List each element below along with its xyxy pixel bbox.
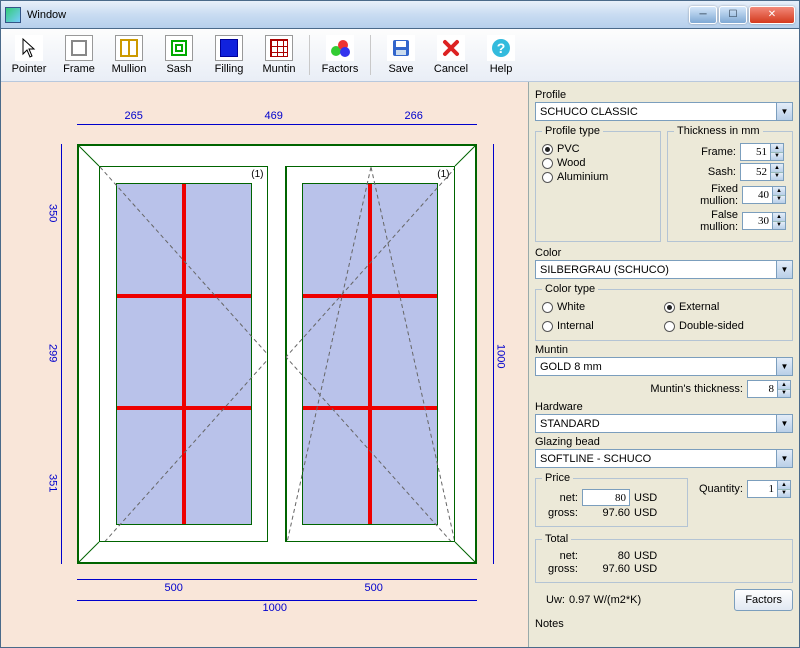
dim-top-1: 265 [125,110,143,122]
ctype-white[interactable]: White [542,301,664,313]
toolbar: Pointer Frame Mullion Sash Filling Munti… [1,29,799,82]
side-panel: Profile SCHUCO CLASSIC ▼ Profile type PV… [528,82,799,647]
maximize-button[interactable]: ☐ [719,6,747,24]
profile-label: Profile [535,89,793,101]
hardware-combo[interactable]: STANDARD▼ [535,414,793,433]
pointer-button[interactable]: Pointer [7,33,51,77]
total-net: 80 [582,550,630,562]
muntin-icon [265,35,293,61]
dim-bot-1: 500 [165,582,183,594]
window-title: Window [27,9,66,21]
sash-thickness[interactable]: ▲▼ [740,163,786,181]
uw-label: Uw: [535,594,565,606]
help-button[interactable]: ? Help [479,33,523,77]
profile-type-group: Profile type PVC Wood Aluminium [535,125,661,242]
bead-label: Glazing bead [535,436,793,448]
hardware-label: Hardware [535,401,793,413]
chevron-down-icon: ▼ [776,450,792,467]
ctype-double[interactable]: Double-sided [664,320,786,332]
dim-bot-2: 500 [365,582,383,594]
notes-label: Notes [535,618,793,630]
mullion-button[interactable]: Mullion [107,33,151,77]
cancel-button[interactable]: Cancel [429,33,473,77]
pointer-icon [15,35,43,61]
color-label: Color [535,247,793,259]
chevron-down-icon: ▼ [776,358,792,375]
dim-top-3: 266 [405,110,423,122]
help-icon: ? [487,35,515,61]
window-frame: (1) [77,144,477,564]
app-icon [5,7,21,23]
price-group: Price net:USD gross:97.60USD [535,472,688,527]
sash-icon [165,35,193,61]
ptype-wood[interactable]: Wood [542,157,654,169]
false-mullion-thickness[interactable]: ▲▼ [742,212,786,230]
muntin-thickness[interactable]: ▲▼ [747,380,793,398]
fixed-mullion-thickness[interactable]: ▲▼ [742,186,786,204]
dim-height: 1000 [495,344,507,368]
uw-value: 0.97 W/(m2*K) [569,594,641,606]
color-combo[interactable]: SILBERGRAU (SCHUCO)▼ [535,260,793,279]
canvas-area[interactable]: 265 469 266 1000 350 299 351 500 500 100… [1,82,528,647]
factors-button[interactable]: Factors [318,33,362,77]
ctype-internal[interactable]: Internal [542,320,664,332]
dim-left-2: 299 [47,344,59,362]
titlebar: Window ─ ☐ ✕ [1,1,799,29]
app-window: Window ─ ☐ ✕ Pointer Frame Mullion Sash … [0,0,800,648]
mullion [267,166,287,542]
chevron-down-icon: ▼ [776,261,792,278]
factors-panel-button[interactable]: Factors [734,589,793,611]
frame-icon [65,35,93,61]
dim-left-3: 351 [47,474,59,492]
dim-top-2: 469 [265,110,283,122]
bead-combo[interactable]: SOFTLINE - SCHUCO▼ [535,449,793,468]
muntin-label: Muntin [535,344,793,356]
muntin-combo[interactable]: GOLD 8 mm▼ [535,357,793,376]
ptype-pvc[interactable]: PVC [542,143,654,155]
filling-icon [215,35,243,61]
save-icon [387,35,415,61]
filling-button[interactable]: Filling [207,33,251,77]
total-group: Total net:80USD gross:97.60USD [535,533,793,583]
chevron-down-icon: ▼ [776,415,792,432]
dim-width: 1000 [263,602,287,614]
sash-button[interactable]: Sash [157,33,201,77]
save-button[interactable]: Save [379,33,423,77]
total-gross: 97.60 [582,563,630,575]
color-type-group: Color type White External Internal Doubl… [535,283,793,341]
frame-thickness[interactable]: ▲▼ [740,143,786,161]
sash-left: (1) [99,166,269,542]
minimize-button[interactable]: ─ [689,6,717,24]
factors-icon [326,35,354,61]
cancel-icon [437,35,465,61]
svg-text:?: ? [497,40,506,56]
dim-left-1: 350 [47,204,59,222]
sash-right: (1) [285,166,455,542]
ptype-alu[interactable]: Aluminium [542,171,654,183]
ctype-external[interactable]: External [664,301,786,313]
muntin-button[interactable]: Muntin [257,33,301,77]
close-button[interactable]: ✕ [749,6,795,24]
net-input[interactable] [582,489,630,506]
frame-button[interactable]: Frame [57,33,101,77]
thickness-group: Thickness in mm Frame:▲▼ Sash:▲▼ Fixed m… [667,125,793,242]
profile-combo[interactable]: SCHUCO CLASSIC ▼ [535,102,793,121]
gross-value: 97.60 [582,507,630,519]
window-drawing: 265 469 266 1000 350 299 351 500 500 100… [25,104,505,614]
qty-spin[interactable]: ▲▼ [747,480,793,498]
chevron-down-icon: ▼ [776,103,792,120]
mullion-icon [115,35,143,61]
